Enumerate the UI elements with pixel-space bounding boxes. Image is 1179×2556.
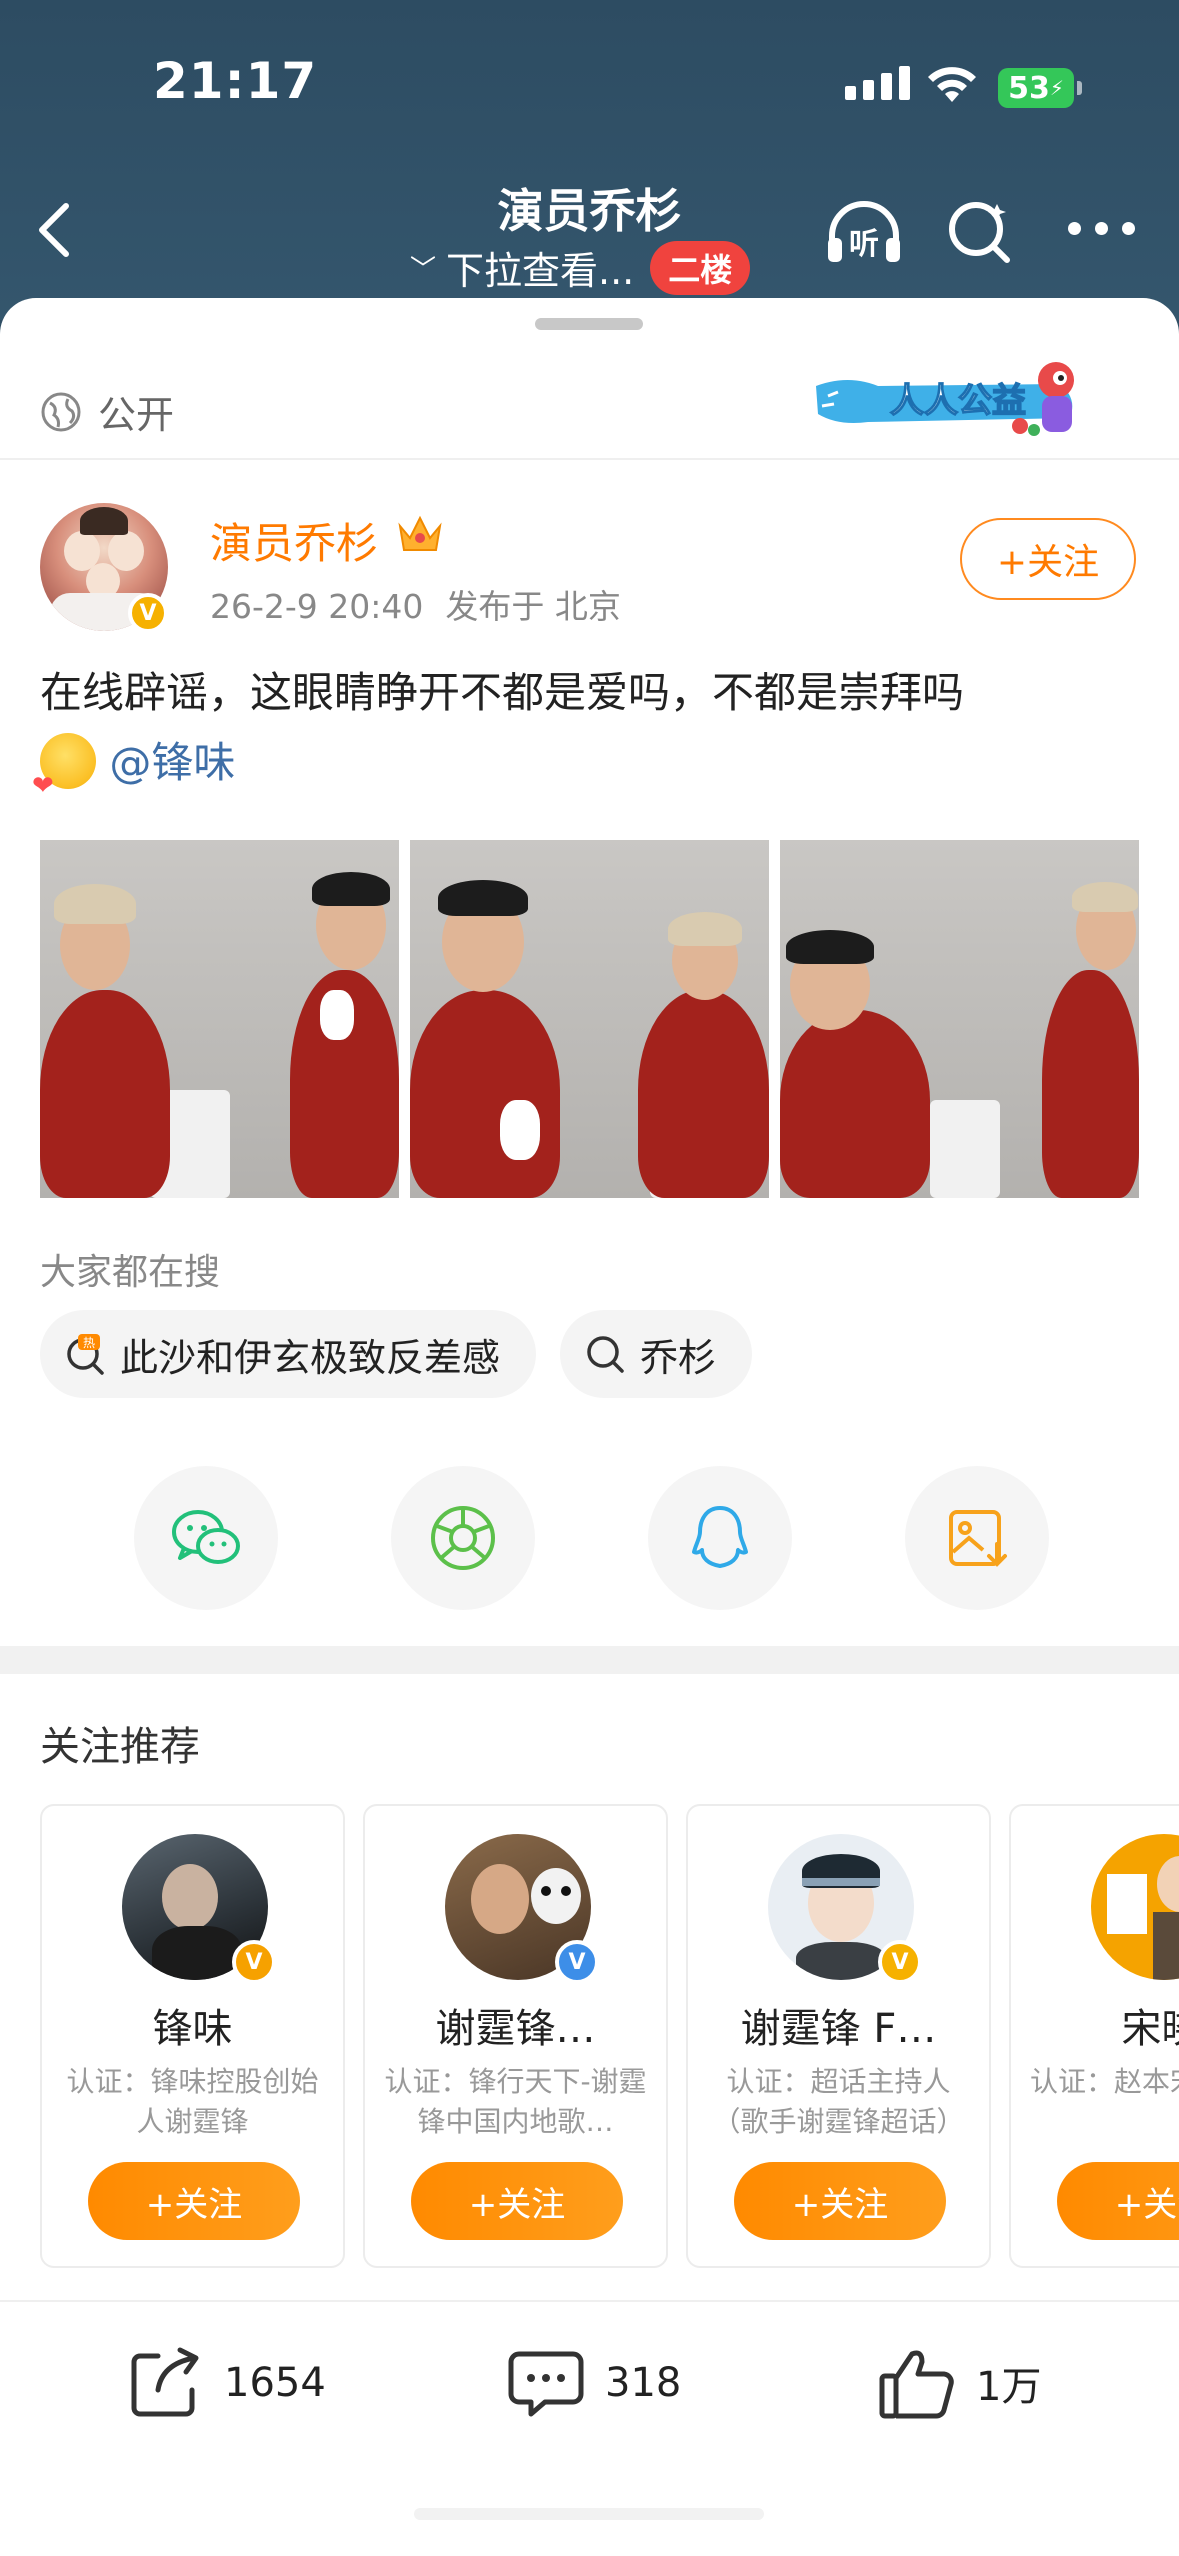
recommend-carousel[interactable]: V 锋味 认证：锋味控股创始人谢霆锋 +关注 V 谢霆锋… 认证：锋行天下-谢霆…: [40, 1804, 1179, 2280]
verified-badge: V: [128, 593, 168, 633]
comment-icon: [508, 2351, 584, 2417]
kiss-emoji-icon: [32, 733, 96, 821]
moments-icon: [431, 1506, 495, 1570]
post-photo[interactable]: [40, 840, 399, 1198]
recommend-follow-button[interactable]: +关注: [1057, 2162, 1179, 2240]
recommend-desc: 认证：锋行天下-谢霆锋中国内地歌…: [384, 2065, 647, 2138]
battery-level: 53: [1008, 70, 1050, 106]
more-options-icon[interactable]: [1068, 222, 1135, 235]
svg-text:听: 听: [849, 227, 879, 262]
recommend-desc: 认证：超话主持人（歌手谢霆锋超话）: [712, 2065, 965, 2138]
hot-search-icon: 热: [67, 1334, 104, 1375]
post-body: 在线辟谣，这眼睛睁开不都是爱吗，不都是崇拜吗 @锋味: [32, 658, 1150, 821]
verified-badge: V: [232, 1940, 276, 1984]
recommend-desc: 认证：锋味控股创始人谢霆锋: [66, 2065, 319, 2138]
wechat-icon: [172, 1510, 240, 1564]
repost-button[interactable]: 1654: [124, 2328, 326, 2438]
recommend-name[interactable]: 宋晓: [1011, 1996, 1179, 2054]
recommend-card[interactable]: V 谢霆锋… 认证：锋行天下-谢霆锋中国内地歌… +关注: [363, 1804, 668, 2268]
post-photo[interactable]: [780, 840, 1139, 1198]
search-icon: [587, 1336, 624, 1373]
comment-count: 318: [605, 2360, 682, 2406]
battery-indicator: 53 ⚡: [998, 68, 1082, 108]
thumbs-up-icon: [879, 2350, 954, 2419]
wifi-icon: [928, 67, 976, 102]
like-button[interactable]: 1万: [876, 2328, 1041, 2438]
follow-button[interactable]: +关注: [960, 518, 1136, 600]
recommend-name[interactable]: 谢霆锋…: [365, 1996, 666, 2054]
post-date: 26-2-9 20:40: [210, 587, 424, 626]
qq-icon: [692, 1506, 748, 1568]
recommend-card[interactable]: V 谢霆锋 F… 认证：超话主持人（歌手谢霆锋超话） +关注: [686, 1804, 991, 2268]
post-meta: 26-2-9 20:40 发布于 北京: [210, 580, 621, 628]
verified-badge: V: [878, 1940, 922, 1984]
status-time: 21:17: [153, 52, 318, 110]
comment-button[interactable]: 318: [505, 2328, 681, 2438]
recommend-follow-button[interactable]: +关注: [88, 2162, 300, 2240]
section-separator: [0, 1646, 1179, 1674]
recommend-name[interactable]: 锋味: [42, 1996, 343, 2054]
divider: [0, 458, 1179, 460]
headphones-listen-icon[interactable]: 听: [822, 196, 906, 266]
share-wechat-button[interactable]: [134, 1466, 278, 1610]
photo-grid: [40, 840, 1139, 1198]
hot-search-chips: 热 此沙和伊玄极致反差感 乔杉: [40, 1310, 753, 1398]
repost-icon: [131, 2347, 199, 2417]
hot-search-chip[interactable]: 热 此沙和伊玄极致反差感: [40, 1310, 537, 1398]
cellular-signal-icon: [845, 66, 910, 100]
post-text: 在线辟谣，这眼睛睁开不都是爱吗，不都是崇拜吗: [40, 668, 965, 717]
save-image-icon: [949, 1510, 1007, 1567]
crown-icon: [398, 515, 442, 551]
recommend-avatar[interactable]: [1091, 1834, 1179, 1980]
home-indicator: [414, 2508, 764, 2520]
post-photo[interactable]: [410, 840, 769, 1198]
charity-banner[interactable]: 人人公益: [808, 356, 1092, 446]
svg-text:热: 热: [83, 1336, 95, 1350]
chevron-down-icon: ﹀: [410, 255, 437, 285]
action-bar: 1654 318 1万: [0, 2328, 1179, 2438]
pull-down-hint[interactable]: ﹀ 下拉查看... 二楼: [410, 240, 751, 295]
recommend-card[interactable]: V 锋味 认证：锋味控股创始人谢霆锋 +关注: [40, 1804, 345, 2268]
top-header: 21:17 53 ⚡ 演员乔杉 ﹀ 下拉查看... 二楼 听: [0, 0, 1179, 320]
share-row: [134, 1466, 1049, 1610]
pull-down-text: 下拉查看...: [446, 249, 635, 293]
recommend-follow-button[interactable]: +关注: [734, 2162, 946, 2240]
post-sheet: 公开 人人公益 V 演员乔杉 26-2-9 20:40 发布于 北京 +关注 在线…: [0, 298, 1179, 2556]
recommend-card[interactable]: V 宋晓 认证：赵本宋晓峰，( +关注: [1009, 1804, 1179, 2268]
mention-link[interactable]: @锋味: [109, 738, 235, 787]
share-moments-button[interactable]: [391, 1466, 535, 1610]
floor-badge[interactable]: 二楼: [650, 240, 751, 295]
post-location: 发布于 北京: [445, 587, 621, 626]
banner-text: 人人公益: [890, 381, 1026, 421]
hot-search-chip-label: 此沙和伊玄极致反差感: [120, 1335, 501, 1380]
author-name[interactable]: 演员乔杉: [210, 510, 378, 571]
save-image-button[interactable]: [905, 1466, 1049, 1610]
repost-count: 1654: [224, 2360, 326, 2406]
recommend-name[interactable]: 谢霆锋 F…: [688, 1996, 989, 2054]
drag-handle[interactable]: [535, 318, 643, 330]
recommend-title: 关注推荐: [40, 1724, 200, 1770]
recommend-follow-button[interactable]: +关注: [411, 2162, 623, 2240]
search-icon[interactable]: [945, 196, 1015, 266]
globe-icon: [41, 392, 81, 431]
like-count: 1万: [976, 2364, 1042, 2410]
visibility-row: 公开: [40, 384, 174, 439]
search-chip[interactable]: 乔杉: [560, 1310, 753, 1398]
verified-badge: V: [555, 1940, 599, 1984]
hot-search-title: 大家都在搜: [40, 1252, 221, 1293]
share-qq-button[interactable]: [648, 1466, 792, 1610]
divider: [0, 2300, 1179, 2302]
visibility-label: 公开: [98, 393, 175, 437]
recommend-desc: 认证：赵本宋晓峰，(: [1030, 2065, 1179, 2098]
search-chip-label: 乔杉: [640, 1335, 717, 1380]
